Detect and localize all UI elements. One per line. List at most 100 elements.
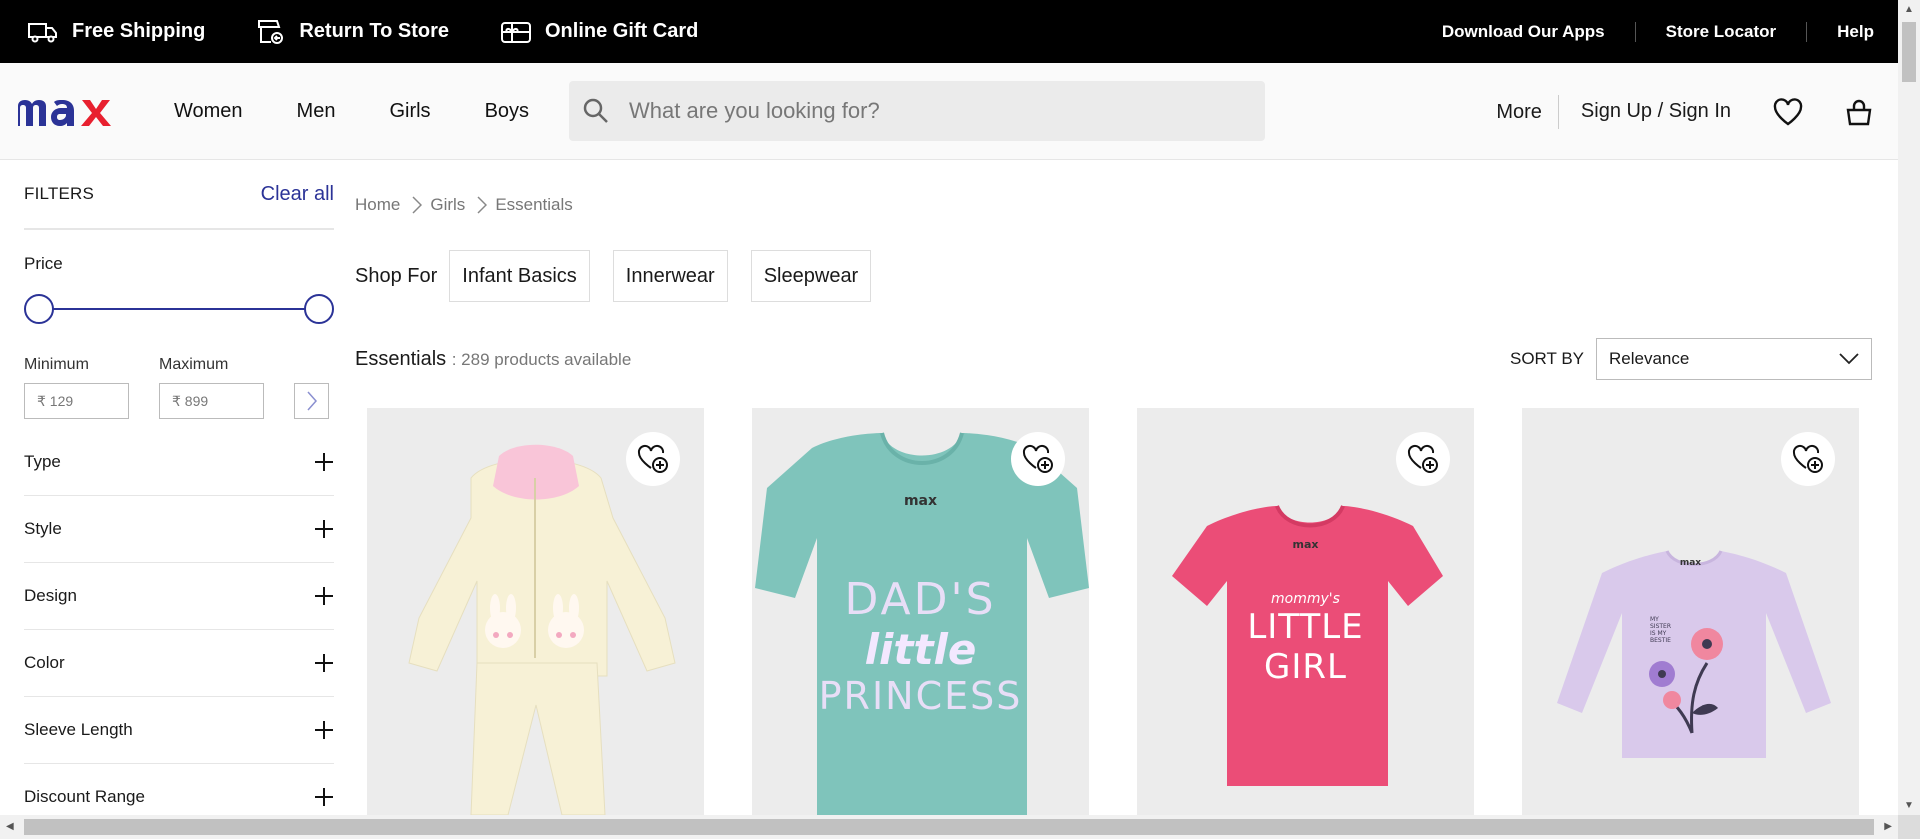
filters-sidebar: FILTERS Clear all Price Minimum Maximum …	[24, 160, 334, 831]
print-line: SISTER	[1650, 623, 1672, 630]
print-line: GIRL	[1264, 647, 1347, 687]
apply-price-button[interactable]	[294, 383, 329, 419]
breadcrumb-girls[interactable]: Girls	[430, 195, 465, 215]
results-bar: Essentials : 289 products available SORT…	[355, 338, 1872, 380]
product-grid: max DAD'S little PRINCESS max mommy's LI…	[367, 408, 1907, 815]
product-listing: Home Girls Essentials Shop For Infant Ba…	[355, 160, 1872, 815]
truck-icon	[28, 22, 57, 42]
add-to-wishlist-button[interactable]	[1396, 432, 1450, 486]
chip-innerwear[interactable]: Innerwear	[612, 250, 728, 302]
main-header: Women Men Girls Boys More Sign Up / Sign…	[0, 63, 1898, 160]
price-filter-title: Price	[24, 254, 63, 273]
facet-label: Color	[24, 653, 65, 672]
scroll-up-arrow[interactable]: ▲	[1904, 4, 1914, 15]
facet-type[interactable]: Type	[24, 429, 334, 496]
shopping-bag-icon	[1846, 99, 1872, 125]
nav-men[interactable]: Men	[297, 100, 336, 123]
download-apps-link[interactable]: Download Our Apps	[1442, 22, 1635, 42]
main-nav: Women Men Girls Boys	[174, 100, 583, 123]
free-shipping-label: Free Shipping	[72, 20, 206, 42]
scroll-down-arrow[interactable]: ▼	[1904, 800, 1914, 811]
wishlist-button[interactable]	[1773, 97, 1803, 126]
plus-icon	[315, 721, 333, 739]
horizontal-scrollbar[interactable]: ◀ ▶	[0, 815, 1898, 839]
tag-text: max	[1292, 538, 1319, 551]
store-locator-link[interactable]: Store Locator	[1634, 21, 1807, 42]
price-slider-track	[36, 308, 322, 310]
print-text: MY SISTER IS MY BESTIE	[1650, 616, 1700, 644]
search-icon[interactable]	[583, 98, 609, 124]
chip-sleepwear[interactable]: Sleepwear	[750, 250, 872, 302]
product-card[interactable]	[367, 408, 704, 815]
max-logo-graphic	[18, 100, 111, 126]
price-inputs: ₹ 129 ₹ 899	[24, 383, 334, 419]
print-line: MY	[1650, 616, 1659, 623]
shop-for-row: Shop For Infant Basics Innerwear Sleepwe…	[355, 250, 1872, 302]
plus-icon	[315, 520, 333, 538]
chip-infant-basics[interactable]: Infant Basics	[449, 250, 590, 302]
store-return-icon	[258, 19, 284, 44]
max-price-field[interactable]: ₹ 899	[159, 383, 264, 419]
heart-plus-icon	[1792, 444, 1823, 473]
nav-women[interactable]: Women	[174, 100, 243, 123]
product-card[interactable]: MY SISTER IS MY BESTIE max	[1522, 408, 1859, 815]
filters-title: FILTERS	[24, 184, 95, 203]
sign-in-link[interactable]: Sign Up / Sign In	[1581, 100, 1731, 123]
product-card[interactable]: max mommy's LITTLE GIRL	[1137, 408, 1474, 815]
add-to-wishlist-button[interactable]	[626, 432, 680, 486]
add-to-wishlist-button[interactable]	[1781, 432, 1835, 486]
online-gift-card-link[interactable]: Online Gift Card	[500, 20, 699, 44]
sort-value: Relevance	[1609, 349, 1690, 368]
max-logo[interactable]	[14, 91, 136, 131]
clear-all-button[interactable]: Clear all	[261, 183, 334, 206]
price-min-handle[interactable]	[24, 294, 54, 324]
facet-label: Discount Range	[24, 787, 145, 806]
product-count: : 289 products available	[451, 349, 632, 369]
results-summary: Essentials : 289 products available	[355, 348, 631, 371]
breadcrumb-home[interactable]: Home	[355, 195, 400, 215]
help-link[interactable]: Help	[1806, 21, 1874, 42]
product-card[interactable]: max DAD'S little PRINCESS	[752, 408, 1089, 815]
chevron-right-icon	[477, 196, 488, 214]
price-max-handle[interactable]	[304, 294, 334, 324]
breadcrumb: Home Girls Essentials	[355, 195, 1872, 215]
price-range-slider[interactable]	[24, 294, 334, 324]
print-line: mommy's	[1271, 591, 1340, 607]
cart-button[interactable]	[1845, 98, 1873, 126]
online-gift-card-label: Online Gift Card	[544, 20, 699, 42]
chevron-right-icon	[306, 391, 317, 411]
more-menu[interactable]: More	[1496, 94, 1559, 129]
top-bar-links: Download Our Apps Store Locator Help	[1442, 21, 1874, 42]
minimum-label: Minimum	[24, 356, 89, 373]
vertical-scroll-thumb[interactable]	[1902, 22, 1916, 82]
min-price-field[interactable]: ₹ 129	[24, 383, 129, 419]
scroll-right-arrow[interactable]: ▶	[1884, 821, 1892, 832]
print-line: DAD'S	[844, 574, 997, 625]
sort-dropdown[interactable]: Relevance	[1596, 338, 1872, 380]
top-bar-services: Free Shipping Return To Store Online Gif…	[28, 19, 750, 45]
add-to-wishlist-button[interactable]	[1011, 432, 1065, 486]
shop-for-label: Shop For	[355, 264, 438, 287]
horizontal-scroll-thumb[interactable]	[24, 819, 1874, 835]
heart-plus-icon	[637, 444, 668, 473]
tag-text: max	[1679, 558, 1702, 568]
plus-icon	[315, 587, 333, 605]
nav-girls[interactable]: Girls	[389, 100, 430, 123]
print-line: IS MY	[1650, 630, 1667, 637]
facet-label: Design	[24, 586, 77, 605]
chevron-right-icon	[412, 196, 423, 214]
nav-boys[interactable]: Boys	[485, 100, 529, 123]
search-input[interactable]	[629, 98, 1229, 124]
sort-label: SORT BY	[1509, 349, 1584, 368]
scroll-left-arrow[interactable]: ◀	[6, 821, 14, 832]
scrollbar-corner	[1898, 815, 1920, 839]
facet-color[interactable]: Color	[24, 630, 334, 697]
breadcrumb-essentials: Essentials	[495, 195, 573, 214]
vertical-scrollbar[interactable]: ▲ ▼	[1898, 0, 1920, 815]
free-shipping-link[interactable]: Free Shipping	[28, 20, 205, 43]
return-to-store-link[interactable]: Return To Store	[257, 19, 449, 45]
facet-design[interactable]: Design	[24, 563, 334, 630]
facet-sleeve-length[interactable]: Sleeve Length	[24, 697, 334, 764]
facet-label: Sleeve Length	[24, 720, 133, 739]
facet-style[interactable]: Style	[24, 496, 334, 563]
